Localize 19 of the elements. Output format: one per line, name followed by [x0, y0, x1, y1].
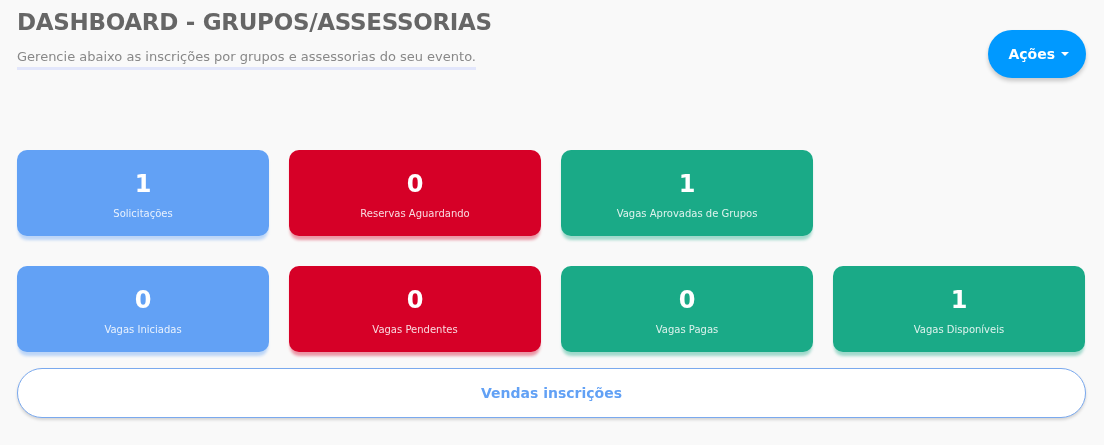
stat-value: 0 — [406, 285, 424, 314]
stat-label: Solicitações — [113, 207, 173, 219]
stat-value: 0 — [406, 169, 424, 198]
stat-value: 1 — [134, 169, 152, 198]
stat-label: Vagas Pendentes — [372, 323, 458, 335]
stat-value: 1 — [950, 285, 968, 314]
stat-value: 0 — [134, 285, 152, 314]
stat-label: Vagas Iniciadas — [104, 323, 182, 335]
caret-icon — [1061, 52, 1069, 56]
stat-label: Vagas Aprovadas de Grupos — [616, 207, 758, 219]
stat-label: Reservas Aguardando — [360, 207, 470, 219]
page-title: DASHBOARD - GRUPOS/ASSESSORIAS — [17, 9, 492, 35]
stat-value: 1 — [678, 169, 696, 198]
actions-button[interactable]: Ações — [988, 30, 1086, 78]
page-subtitle: Gerencie abaixo as inscrições por grupos e assessorias do seu evento. — [17, 49, 476, 70]
sales-button[interactable]: Vendas inscrições — [17, 368, 1086, 418]
stat-label: Vagas Disponíveis — [913, 323, 1005, 335]
stat-label: Vagas Pagas — [655, 323, 719, 335]
stat-value: 0 — [678, 285, 696, 314]
